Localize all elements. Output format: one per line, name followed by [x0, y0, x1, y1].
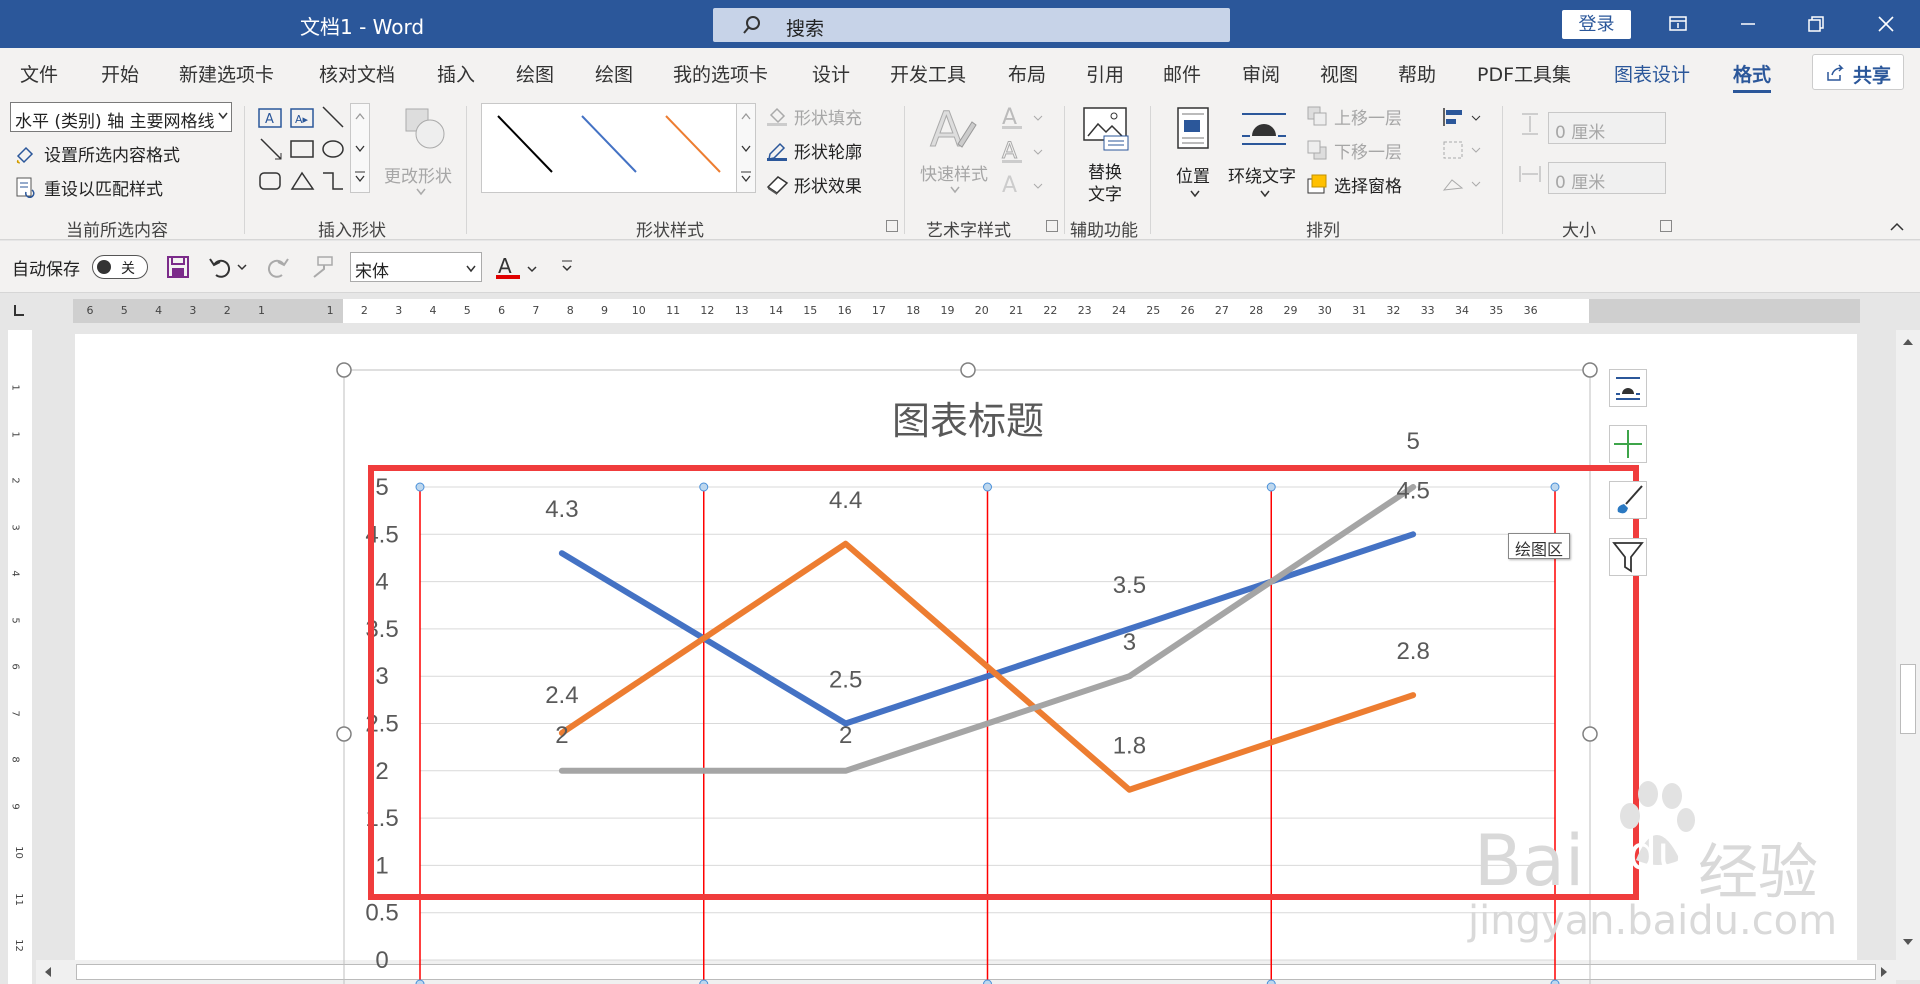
gridline-selection-handle [699, 482, 709, 492]
baidu-watermark: Bai du 经验 jingyan.baidu.com [1468, 780, 1837, 950]
data-label: 4.5 [1396, 477, 1429, 504]
paintbrush-icon [1617, 485, 1643, 514]
chart-resize-handle [1582, 362, 1598, 378]
watermark-brand: Bai [1474, 820, 1585, 902]
gridline-selection-handle [699, 979, 709, 984]
data-label: 4.4 [829, 487, 862, 514]
chart-resize-handle [336, 726, 352, 742]
y-tick-label: 0 [375, 947, 388, 974]
y-tick-label: 5 [375, 474, 388, 501]
data-label: 3 [1123, 629, 1136, 656]
gridline-selection-handle [983, 482, 992, 492]
data-label: 2 [555, 722, 568, 749]
chart-resize-handle [336, 362, 352, 378]
y-tick-label: 0.5 [365, 900, 398, 927]
watermark-brand-2: du [1628, 826, 1687, 880]
gridline-selection-handle [1550, 482, 1560, 492]
gridline-selection-handle [983, 979, 992, 984]
y-tick-label: 3 [375, 663, 388, 690]
plot-area-tooltip: 绘图区 [1508, 533, 1571, 559]
watermark-url: jingyan.baidu.com [1468, 898, 1838, 944]
layout-options-button[interactable] [1609, 369, 1647, 407]
chart-resize-handle [960, 362, 976, 378]
chart-title: 图表标题 [892, 401, 1044, 443]
gridline-selection-handle [1550, 979, 1560, 984]
y-tick-label: 4 [375, 569, 388, 596]
filter-icon [1612, 542, 1644, 573]
gridline-selection-handle [1266, 482, 1276, 492]
data-label: 1.8 [1113, 733, 1146, 760]
gridline-selection-handle [415, 979, 425, 984]
data-label: 2.4 [545, 682, 578, 709]
layout-options-icon [1616, 377, 1640, 400]
y-tick-label: 2 [375, 758, 388, 785]
chart-elements-button[interactable] [1609, 425, 1647, 463]
plus-icon [1614, 430, 1642, 458]
gridline-selection-handle [415, 482, 425, 492]
y-tick-label: 1 [375, 852, 388, 879]
data-label: 2 [839, 722, 852, 749]
chart-styles-button[interactable] [1609, 481, 1647, 519]
data-label: 3.5 [1113, 572, 1146, 599]
data-label: 2.5 [829, 667, 862, 694]
chart-filters-button[interactable] [1609, 538, 1647, 576]
data-label: 4.3 [545, 496, 578, 523]
chart-resize-handle [1582, 726, 1598, 742]
gridline-selection-handle [1266, 979, 1276, 984]
data-label: 5 [1406, 428, 1419, 455]
data-label: 2.8 [1396, 638, 1429, 665]
chart-area-border [343, 369, 1591, 984]
